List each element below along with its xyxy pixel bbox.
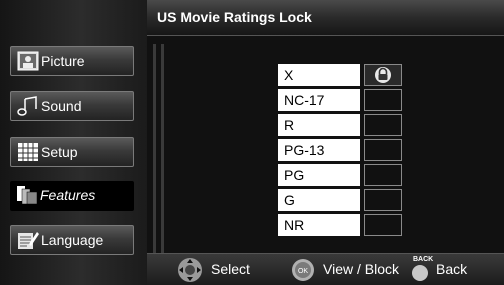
menu-header: US Movie Ratings Lock [147, 0, 504, 36]
rating-lock-toggle-r[interactable] [364, 114, 402, 136]
rating-lock-toggle-nr[interactable] [364, 214, 402, 236]
ok-button-icon: OK [292, 259, 314, 281]
sidebar-item-setup[interactable]: Setup [10, 137, 134, 167]
picture-icon [17, 51, 39, 71]
sidebar: Picture Sound Setup Features Language [0, 0, 147, 285]
language-icon [18, 232, 39, 249]
rating-label-nc17: NC-17 [278, 89, 360, 111]
rating-lock-toggle-pg13[interactable] [364, 139, 402, 161]
rating-lock-toggle-pg[interactable] [364, 164, 402, 186]
rating-label-pg: PG [278, 164, 360, 186]
frame-divider [161, 44, 164, 285]
sidebar-item-label: Setup [41, 144, 78, 160]
sidebar-item-label: Picture [41, 53, 85, 69]
sidebar-item-features[interactable]: Features [10, 181, 134, 211]
button-guide-bar: Select OK View / Block BACK Back [147, 253, 504, 285]
back-button-text: BACK [413, 256, 434, 263]
sidebar-item-language[interactable]: Language [10, 225, 134, 255]
sidebar-item-picture[interactable]: Picture [10, 46, 134, 76]
back-hint: Back [436, 261, 468, 277]
rating-label-x: X [278, 64, 360, 86]
rating-lock-toggle-x[interactable] [364, 64, 402, 86]
dpad-icon [178, 258, 202, 282]
view-block-hint: View / Block [323, 261, 399, 277]
rating-lock-toggle-g[interactable] [364, 189, 402, 211]
frame-divider [153, 44, 156, 285]
sidebar-item-label: Features [40, 187, 96, 203]
sidebar-item-label: Language [41, 232, 104, 248]
rating-label-pg13: PG-13 [278, 139, 360, 161]
select-hint: Select [211, 261, 250, 277]
rating-label-r: R [278, 114, 360, 136]
rating-label-nr: NR [278, 214, 360, 236]
lock-icon [375, 67, 391, 83]
rating-label-g: G [278, 189, 360, 211]
tv-menu-screen: Picture Sound Setup Features Language US… [0, 0, 504, 285]
rating-lock-toggle-nc17[interactable] [364, 89, 402, 111]
features-icon [17, 186, 38, 205]
back-button-icon [412, 265, 428, 281]
grid-icon [18, 143, 38, 161]
sidebar-item-sound[interactable]: Sound [10, 91, 134, 121]
page-title: US Movie Ratings Lock [157, 9, 312, 25]
music-note-icon [17, 96, 37, 116]
sidebar-item-label: Sound [41, 98, 82, 114]
ok-button-text: OK [298, 268, 308, 275]
